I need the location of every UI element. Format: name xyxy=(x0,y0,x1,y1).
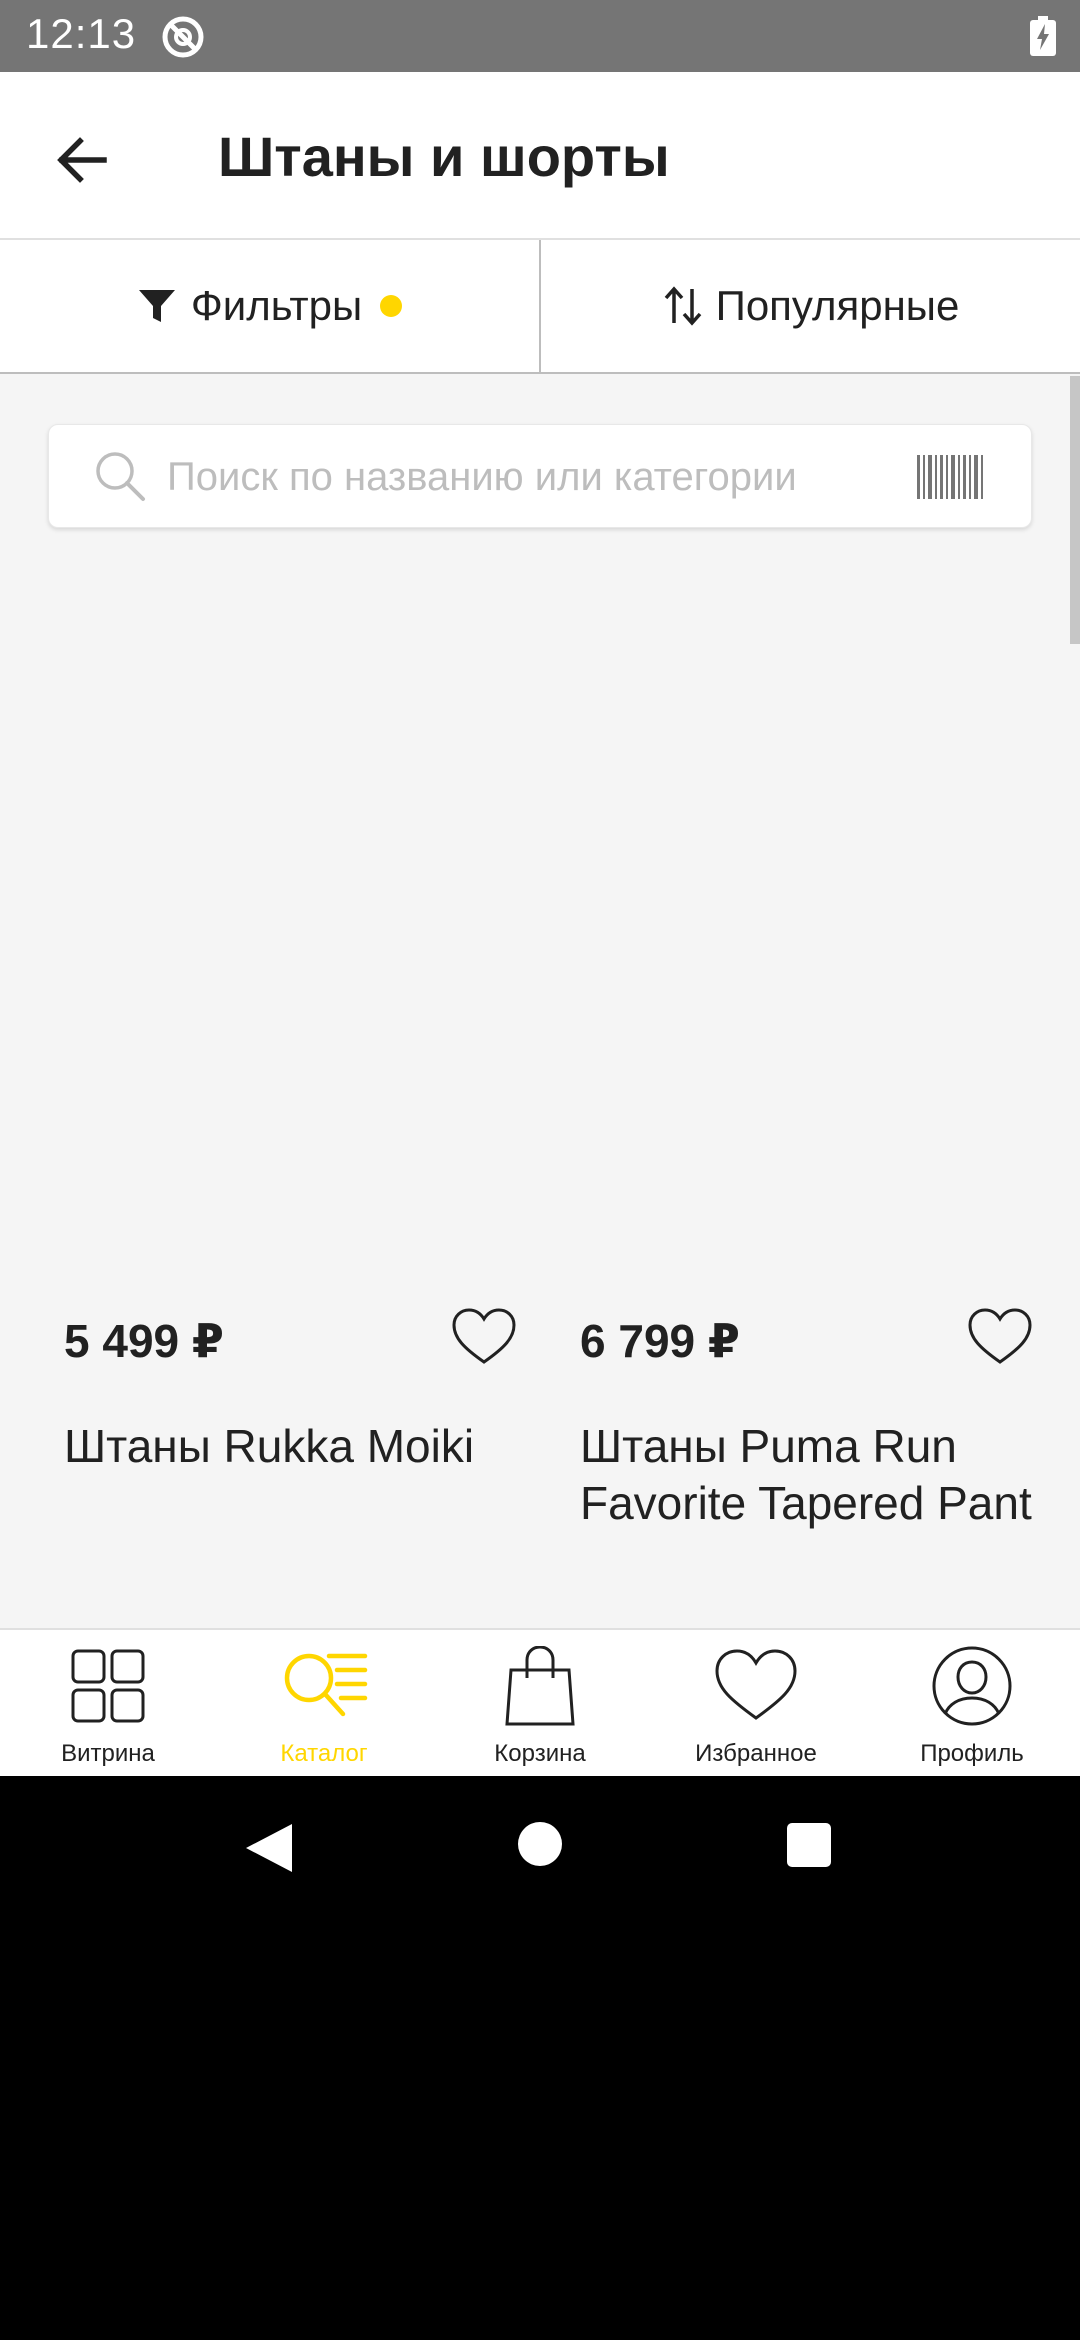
scrollbar[interactable] xyxy=(1070,376,1080,644)
favorite-heart-icon[interactable] xyxy=(966,1306,1034,1368)
system-navigation-bar xyxy=(0,1776,1080,1916)
nav-item-profile[interactable]: Профиль xyxy=(864,1630,1080,1776)
product-name: Штаны Rukka Moiki xyxy=(64,1420,475,1472)
nav-label: Корзина xyxy=(494,1740,586,1767)
product-list[interactable]: 5 499 ₽ Штаны Rukka Moiki 6 799 ₽ Штаны … xyxy=(0,374,1080,1628)
back-arrow-icon[interactable] xyxy=(46,124,118,196)
favorite-heart-icon[interactable] xyxy=(450,1306,518,1368)
grid-icon xyxy=(71,1649,145,1723)
nav-label: Каталог xyxy=(280,1740,368,1767)
search-input[interactable] xyxy=(167,447,927,507)
search-icon xyxy=(96,452,145,501)
system-recents-icon[interactable] xyxy=(787,1823,831,1867)
filters-button[interactable]: Фильтры xyxy=(0,240,541,372)
nav-item-catalog[interactable]: Каталог xyxy=(216,1630,432,1776)
product-price: 5 499 ₽ xyxy=(64,1315,224,1367)
nav-item-cart[interactable]: Корзина xyxy=(432,1630,648,1776)
battery-charging-icon xyxy=(1030,16,1056,56)
app-bar: Штаны и шорты xyxy=(0,72,1080,240)
product-price: 6 799 ₽ xyxy=(580,1315,740,1367)
search-bar[interactable] xyxy=(48,424,1032,528)
system-back-icon[interactable] xyxy=(244,1822,294,1874)
page-title: Штаны и шорты xyxy=(218,125,670,188)
barcode-scan-icon[interactable] xyxy=(915,453,985,501)
nav-item-favorites[interactable]: Избранное xyxy=(648,1630,864,1776)
profile-icon xyxy=(932,1646,1012,1726)
notification-app-icon xyxy=(162,16,204,58)
filter-sort-bar: Фильтры Популярные xyxy=(0,240,1080,374)
nav-label: Профиль xyxy=(920,1740,1024,1767)
funnel-icon xyxy=(138,290,175,322)
sort-label: Популярные xyxy=(715,282,960,329)
catalog-search-icon xyxy=(284,1653,368,1717)
nav-label: Витрина xyxy=(61,1740,155,1767)
heart-icon xyxy=(715,1649,797,1720)
status-time: 12:13 xyxy=(26,10,137,57)
screen: 12:13 Штаны и шорты Фильтры Популярные П… xyxy=(0,0,1080,2340)
sort-button[interactable]: Популярные xyxy=(541,240,1080,372)
system-home-icon[interactable] xyxy=(518,1822,562,1866)
product-name: Штаны Puma Run Favorite Tapered Pant xyxy=(580,1420,1032,1529)
nav-item-showcase[interactable]: Витрина xyxy=(0,1630,216,1776)
nav-label: Избранное xyxy=(695,1740,817,1767)
filters-label: Фильтры xyxy=(190,282,363,329)
filters-active-dot xyxy=(380,295,403,317)
sort-arrows-icon xyxy=(664,286,701,326)
status-bar: 12:13 xyxy=(0,0,1080,72)
shopping-bag-icon xyxy=(505,1646,575,1726)
bottom-navigation: Витрина Каталог Корзина Избранное Профил… xyxy=(0,1628,1080,1776)
